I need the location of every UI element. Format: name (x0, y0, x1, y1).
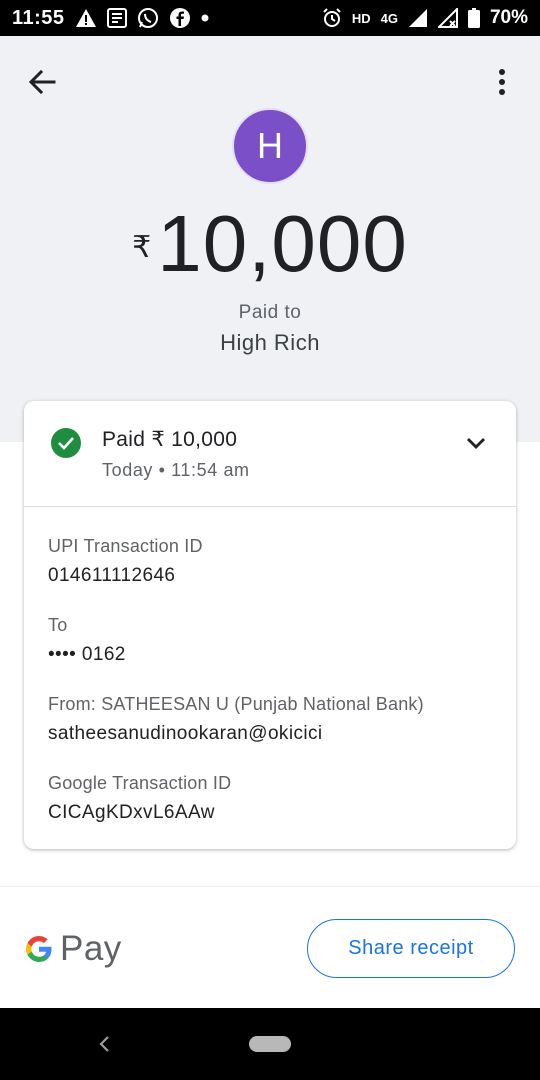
check-circle-icon (51, 428, 81, 458)
warning-icon (75, 7, 97, 29)
whatsapp-icon (137, 7, 159, 29)
status-time-text: Today • 11:54 am (102, 460, 250, 480)
facebook-icon (169, 7, 191, 29)
detail-value: 014611112646 (48, 565, 176, 586)
alarm-icon (322, 7, 342, 29)
nav-back-button[interactable] (90, 1030, 118, 1058)
status-bar: 11:55 HD 4G 70% (0, 0, 540, 36)
signal-2-icon (437, 7, 458, 29)
chevron-down-icon[interactable] (464, 431, 488, 455)
battery-percent: 70% (489, 7, 528, 28)
gpay-logo: Pay (24, 929, 122, 969)
battery-icon (467, 7, 480, 29)
detail-value: CICAgKDxvL6AAw (48, 802, 215, 823)
news-icon (106, 7, 127, 29)
detail-label: UPI Transaction ID (48, 536, 203, 556)
currency-symbol: ₹ (132, 231, 152, 264)
transaction-card: Paid ₹ 10,000 Today • 11:54 am UPI Trans… (24, 401, 516, 849)
detail-value: satheesanudinookaran@okicici (48, 723, 323, 744)
paid-to-label: Paid to (238, 302, 302, 323)
dot-icon (201, 7, 209, 29)
more-vert-icon (499, 69, 505, 95)
status-time: 11:55 (12, 6, 65, 29)
arrow-left-icon (28, 69, 56, 95)
detail-label: To (48, 615, 68, 635)
payment-header: H ₹ 10,000 Paid to High Rich (0, 36, 540, 442)
system-nav-bar (0, 1008, 540, 1080)
more-options-button[interactable] (482, 62, 522, 102)
payee-name: High Rich (220, 330, 320, 355)
detail-label: From: SATHEESAN U (Punjab National Bank) (48, 694, 424, 714)
network-type: 4G (380, 10, 398, 26)
detail-label: Google Transaction ID (48, 773, 232, 793)
google-g-icon (26, 936, 52, 962)
status-title: Paid ₹ 10,000 (102, 428, 238, 451)
amount-value: 10,000 (157, 199, 408, 288)
transaction-status-row[interactable]: Paid ₹ 10,000 Today • 11:54 am (24, 401, 516, 507)
gpay-text: Pay (60, 929, 122, 968)
bottom-action-bar: Pay Share receipt (0, 886, 540, 1008)
detail-to: To •••• 0162 (48, 615, 126, 666)
detail-upi-transaction-id: UPI Transaction ID 014611112646 (48, 536, 203, 587)
detail-value: •••• 0162 (48, 644, 126, 665)
network-label: HD (351, 10, 371, 26)
detail-from: From: SATHEESAN U (Punjab National Bank)… (48, 694, 424, 745)
nav-home-pill[interactable] (249, 1036, 291, 1052)
detail-google-transaction-id: Google Transaction ID CICAgKDxvL6AAw (48, 773, 231, 824)
back-button[interactable] (22, 62, 62, 102)
avatar: H (232, 108, 308, 184)
signal-icon (408, 7, 428, 29)
share-receipt-button[interactable]: Share receipt (307, 919, 515, 978)
chevron-left-icon (99, 1036, 109, 1052)
amount-display: ₹ 10,000 (0, 202, 540, 286)
